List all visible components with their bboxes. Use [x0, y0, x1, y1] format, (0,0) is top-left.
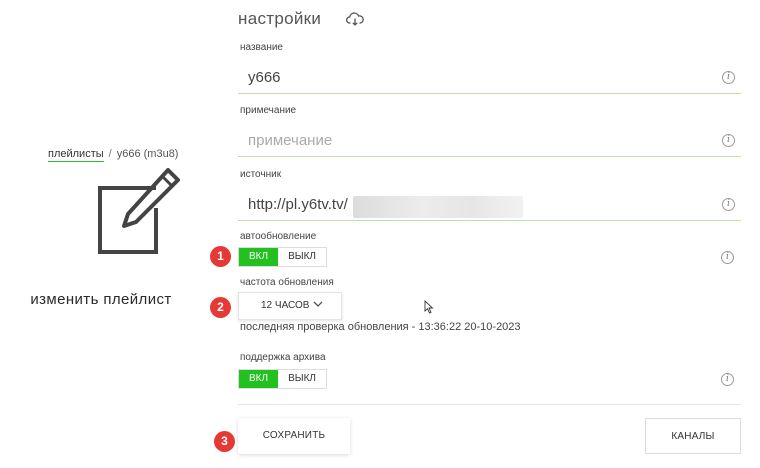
cloud-download-icon[interactable] [346, 12, 364, 26]
autoupdate-off-button[interactable]: ВЫКЛ [278, 248, 326, 266]
step-badge-3: 3 [214, 431, 235, 452]
breadcrumb-current: y666 (m3u8) [116, 148, 179, 160]
archive-on-button[interactable]: ВКЛ [239, 370, 279, 388]
name-value[interactable]: y666 [248, 69, 281, 86]
archive-off-button[interactable]: ВЫКЛ [278, 370, 326, 388]
autoupdate-label: автообновление [240, 231, 317, 242]
last-update-check: последняя проверка обновления - 13:36:22… [240, 321, 521, 333]
save-button[interactable]: СОХРАНИТЬ [238, 418, 350, 454]
frequency-value: 12 ЧАСОВ [261, 300, 310, 311]
note-placeholder[interactable]: примечание [248, 132, 332, 149]
info-icon[interactable]: i [722, 198, 735, 211]
source-value[interactable]: http://pl.y6tv.tv/ [248, 196, 348, 213]
frequency-label: частота обновления [240, 277, 334, 288]
page-title: настройки [238, 9, 322, 28]
chevron-down-icon [313, 301, 323, 307]
edit-pencil-icon[interactable] [96, 166, 182, 256]
autoupdate-toggle[interactable]: ВКЛ ВЫКЛ [238, 247, 327, 267]
name-field[interactable]: y666 i [238, 60, 741, 94]
step-badge-1: 1 [210, 246, 231, 267]
breadcrumb-playlists-link[interactable]: плейлисты [48, 148, 104, 162]
channels-button[interactable]: КАНАЛЫ [645, 418, 741, 454]
breadcrumb-separator: / [108, 148, 112, 160]
frequency-select[interactable]: 12 ЧАСОВ [238, 292, 342, 320]
info-icon[interactable]: i [721, 251, 734, 264]
archive-toggle[interactable]: ВКЛ ВЫКЛ [238, 369, 327, 389]
breadcrumb: плейлисты / y666 (m3u8) [48, 148, 179, 162]
info-icon[interactable]: i [721, 373, 734, 386]
note-label: примечание [240, 105, 297, 116]
note-field[interactable]: примечание i [238, 123, 741, 157]
step-badge-2: 2 [210, 297, 231, 318]
info-icon[interactable]: i [722, 134, 735, 147]
mouse-cursor-icon [424, 300, 434, 314]
autoupdate-on-button[interactable]: ВКЛ [239, 248, 279, 266]
redacted-url-blur [353, 196, 523, 218]
info-icon[interactable]: i [722, 71, 735, 84]
divider [238, 404, 741, 405]
source-label: источник [240, 169, 282, 180]
archive-label: поддержка архива [240, 352, 326, 363]
edit-playlist-caption[interactable]: изменить плейлист [0, 291, 202, 308]
name-label: название [240, 42, 283, 53]
